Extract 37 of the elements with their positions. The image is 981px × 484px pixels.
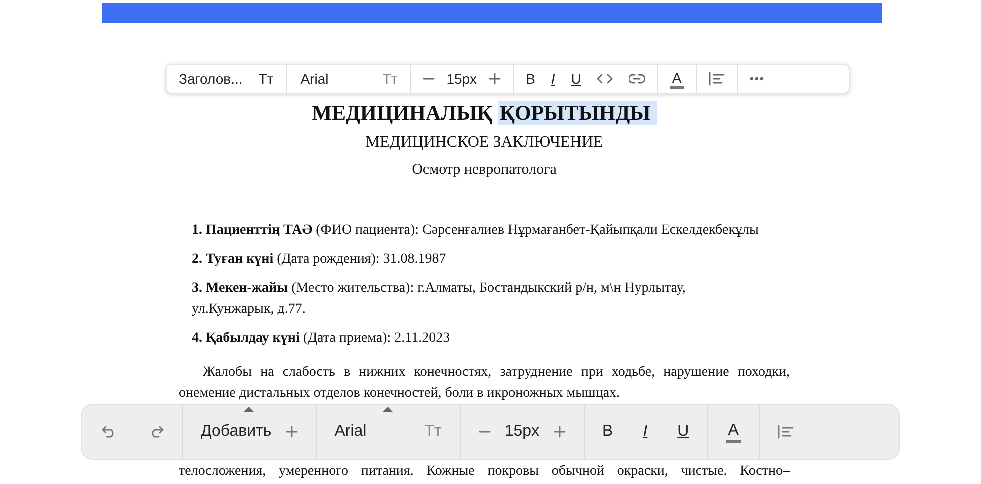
dropdown-button[interactable]: Arial [300, 71, 329, 87]
align-icon[interactable] [708, 72, 725, 86]
bold-button[interactable]: B [526, 71, 536, 87]
underline-button[interactable]: U [678, 423, 690, 441]
field-text: 3. Мекен-жайы (Место жительства): г.Алматы, Бостандыкский р/н, м\н Нурлытау, ул.Кунжарык, д.77. [192, 280, 687, 319]
text-color-button[interactable]: A [726, 422, 741, 442]
dropdown-button[interactable]: Добавить [201, 423, 272, 441]
undo-icon[interactable] [102, 426, 116, 438]
dropdown-button[interactable]: 15px [446, 71, 478, 87]
field-text: 1. Пациенттің ТАӘ (ФИО пациента): Сәрсенғалиев Нұрмағанбет-Қайыпқали Ескелдекбекұлы [192, 222, 760, 240]
italic-button[interactable]: I [551, 71, 556, 87]
title-text: ҚОРЫТЫНДЫ [498, 101, 657, 125]
title-text: МЕДИЦИНАЛЫҚ [312, 101, 494, 125]
align-icon[interactable] [778, 425, 794, 439]
link-icon[interactable] [629, 74, 646, 84]
subtitle: МЕДИЦИНСКОЕ ЗАКЛЮЧЕНИЕ [364, 133, 604, 153]
code-icon[interactable] [597, 74, 614, 84]
section-heading: Осмотр невропатолога [411, 161, 558, 180]
plus-icon[interactable] [489, 73, 502, 85]
notch-icon [383, 407, 394, 412]
dropdown-button[interactable]: Arial [334, 423, 367, 441]
bold-button[interactable]: B [602, 423, 614, 441]
dropdown-button[interactable]: 15px [504, 423, 540, 441]
field-text: 2. Туған күні (Дата рождения): 31.08.1987 [192, 251, 448, 269]
plus-icon[interactable] [286, 426, 298, 438]
paragraph: Жалобы на слабость в нижних конечностях, затруднение при ходьбе, нарушение походки, онемение дистальных отделов конечностей, боли в икроножных мышцах. [179, 364, 790, 402]
paragraph: телосложения, умеренного питания. Кожные покровы обычной окраски, чистые. Костно– [179, 464, 790, 480]
more-icon[interactable] [750, 77, 764, 81]
text-color-button[interactable]: A [670, 70, 684, 88]
plus-icon[interactable] [554, 426, 566, 438]
notch-icon [244, 407, 254, 412]
field-text: 4. Қабылдау күні (Дата приема): 2.11.2023 [192, 330, 452, 348]
underline-button[interactable]: U [571, 71, 582, 87]
italic-button[interactable]: I [643, 423, 648, 441]
dropdown-button[interactable]: Заголов... [179, 71, 243, 87]
text-size-button[interactable]: Тт [258, 71, 274, 87]
redo-icon[interactable] [150, 426, 164, 438]
